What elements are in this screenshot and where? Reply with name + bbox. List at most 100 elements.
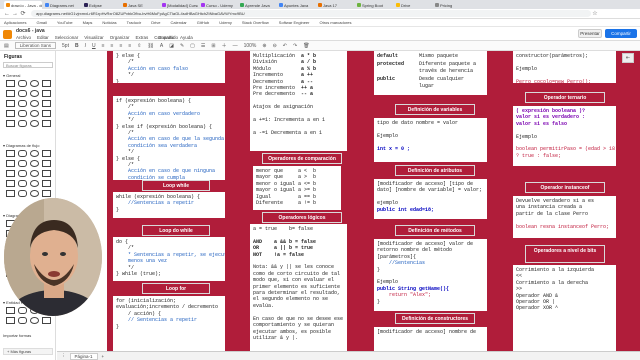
insert-icon[interactable]: ＋ [222,42,227,49]
constructors-card[interactable]: [modificador de acceso] nombre de [374,327,487,351]
shape-thumbnail[interactable] [30,317,39,324]
document-title[interactable]: docs6 - java [16,28,45,34]
browser-tab[interactable]: draw.io - Java - draw.io [4,1,42,9]
ternary-card[interactable]: ( expresión booleana )? valor si es verda… [513,106,616,166]
share-button[interactable]: Compartir [605,29,637,38]
shape-thumbnail[interactable] [6,110,15,117]
shape-thumbnail[interactable] [42,180,51,187]
bookmark-item[interactable]: Traducir [127,20,142,25]
shape-thumbnail[interactable] [42,190,51,197]
align-left-icon[interactable]: ≡ [102,43,105,49]
fill-color-icon[interactable]: ◪ [169,43,174,49]
sidebar-toggle-icon[interactable]: ▤ [4,43,9,49]
shape-thumbnail[interactable] [18,317,27,324]
present-button[interactable]: Presentar [578,29,602,38]
align-right-icon[interactable]: ≡ [119,43,122,49]
attributes-header[interactable]: Definición de atributos [395,165,475,176]
zoom-in-icon[interactable]: ⊕ [262,43,266,49]
shape-thumbnail[interactable] [6,90,15,97]
more-shapes-button[interactable]: + Más figuras [3,348,53,355]
bookmark-item[interactable]: GitHub [197,20,209,25]
zoom-select[interactable]: 100% [244,43,257,49]
variables-card[interactable]: tipo de dato nombre = valor Ejemplo int … [374,118,487,162]
instanceof-card[interactable]: Devuelve verdadero si a es una instancia … [513,196,616,238]
logic-card[interactable]: a = true b= false AND a && b = false OR a… [250,224,347,351]
constructor-example-card[interactable]: constructor(parámetros); Ejemplo Perro c… [513,51,616,83]
loop-while-header[interactable]: Loop while [142,180,210,191]
bookmark-item[interactable]: Gmail [36,20,46,25]
shape-thumbnail[interactable] [6,100,15,107]
font-size-select[interactable]: 5pt [62,43,69,49]
comparison-card[interactable]: menor que a < b mayor que a > b menor o … [253,166,341,210]
else-card[interactable]: } else { /* Acción en caso falso */} [113,51,225,83]
url-input[interactable]: app.diagrams.net/#G1vjrxmxLr6R1rpHvRxrO8… [31,10,591,17]
shape-thumbnail[interactable] [42,90,51,97]
shape-thumbnail[interactable] [18,100,27,107]
page-menu-icon[interactable]: ⋮ [61,353,66,359]
menu-item[interactable]: Editar [37,35,49,40]
shape-thumbnail[interactable] [42,110,51,117]
shape-thumbnail[interactable] [42,150,51,157]
menu-item[interactable]: Ayuda [180,35,193,40]
shape-thumbnail[interactable] [18,150,27,157]
browser-tab[interactable]: [Modalidad] Curso de [160,1,198,9]
shape-thumbnail[interactable] [30,170,39,177]
browser-tab[interactable]: Aprende Java [238,1,276,9]
justify-icon[interactable]: ≡ [128,43,131,49]
sidebar-section-1[interactable]: ▾ Diagramas de flujo [3,143,39,148]
bookmark-item[interactable]: Udemy [219,20,232,25]
shape-thumbnail[interactable] [6,150,15,157]
menu-item[interactable]: Extras [136,35,149,40]
reload-icon[interactable]: ⟳ [19,10,27,17]
menu-item[interactable]: Organizar [110,35,130,40]
shape-thumbnail[interactable] [30,180,39,187]
shape-thumbnail[interactable] [30,150,39,157]
shape-thumbnail[interactable] [6,170,15,177]
shape-thumbnail[interactable] [6,190,15,197]
italic-icon[interactable]: I [85,43,86,49]
shape-thumbnail[interactable] [18,160,27,167]
format-panel-toggle-icon[interactable]: ⇤ [622,53,634,63]
bits-header[interactable]: Operadores a nivel de bits [525,245,605,263]
shape-thumbnail[interactable] [30,160,39,167]
browser-tab[interactable]: Apuntes Java [277,1,315,9]
shape-thumbnail[interactable] [30,120,39,127]
shape-thumbnail[interactable] [30,110,39,117]
shape-thumbnail[interactable] [6,160,15,167]
menu-item[interactable]: Visualizar [84,35,103,40]
methods-header[interactable]: Definición de métodos [395,225,475,236]
menu-item[interactable]: Seleccionar [55,35,79,40]
shape-thumbnail[interactable] [30,80,39,87]
delete-icon[interactable]: 🗑 [303,43,309,49]
bookmark-item[interactable]: Softwar Engineer [279,20,310,25]
browser-tab[interactable]: Eclipse [82,1,120,9]
format-position-icon[interactable]: ⇳ [137,43,141,49]
browser-tab[interactable]: Spring Boot [355,1,393,9]
methods-card[interactable]: [modificador de acceso] valor de retorno … [374,239,487,311]
bookmark-item[interactable]: Noticias [102,20,116,25]
shape-thumbnail[interactable] [42,100,51,107]
comparison-header[interactable]: Operadores de comparación [262,153,342,164]
shape-thumbnail[interactable] [42,170,51,177]
browser-tab[interactable]: Curso - Udemy [199,1,237,9]
while-card[interactable]: while (expresión booleana) { //Sentencia… [113,192,225,218]
shape-thumbnail[interactable] [30,190,39,197]
bookmark-item[interactable]: Maps [83,20,93,25]
font-color-icon[interactable]: A [160,43,163,49]
shape-thumbnail[interactable] [18,110,27,117]
logic-header[interactable]: Operadores lógicos [262,212,342,223]
browser-tab[interactable]: Java 17 [316,1,354,9]
table-icon[interactable]: ⊞ [211,43,215,49]
forward-icon[interactable]: → [11,11,19,17]
modifiers-card[interactable]: default Mismo paquete protected Diferente p… [374,51,487,95]
back-icon[interactable]: ← [3,11,11,17]
if-else-if-card[interactable]: if (expresión booleana) { /* Acción en c… [113,96,225,180]
bookmark-item[interactable]: Drive [151,20,160,25]
ternary-header[interactable]: Operador ternario [525,92,605,103]
loop-do-while-header[interactable]: Loop do while [142,225,210,236]
bookmark-item[interactable]: YouTube [57,20,73,25]
shape-thumbnail[interactable] [18,180,27,187]
shape-thumbnail[interactable] [42,160,51,167]
bullet-list-icon[interactable]: ☰ [201,43,205,49]
shape-thumbnail[interactable] [6,120,15,127]
